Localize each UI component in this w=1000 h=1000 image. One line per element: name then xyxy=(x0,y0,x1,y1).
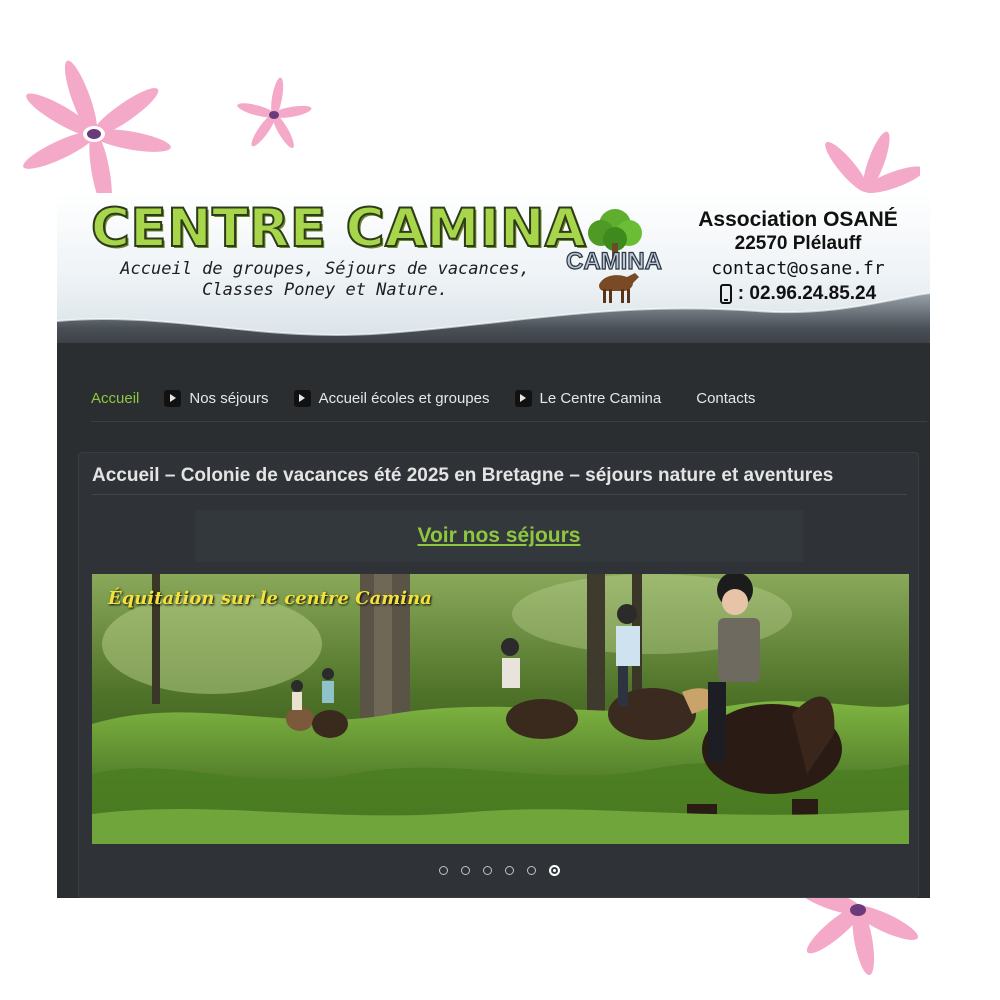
voir-sejours-link[interactable]: Voir nos séjours xyxy=(195,510,803,562)
submenu-arrow-icon xyxy=(293,389,311,407)
nav-item-label: Accueil xyxy=(91,389,140,407)
contact-email[interactable]: contact@osane.fr xyxy=(667,256,929,281)
logo-text: CAMINA xyxy=(566,248,662,275)
main-content: Accueil – Colonie de vacances été 2025 e… xyxy=(78,452,919,898)
nav-item-label: Le Centre Camina xyxy=(539,389,662,407)
site-banner: CENTRE CAMINA Accueil de groupes, Séjour… xyxy=(57,193,930,343)
camina-logo[interactable]: CAMINA xyxy=(559,203,669,308)
nav-item-label: Nos séjours xyxy=(189,389,269,407)
slider-pagination xyxy=(79,865,920,876)
nav-item-accueil[interactable]: Accueil xyxy=(91,390,139,407)
nav-item-centre-camina[interactable]: Le Centre Camina xyxy=(514,389,662,407)
flower-decoration-small xyxy=(237,77,312,149)
nav-divider xyxy=(91,421,927,422)
slide-caption: Équitation sur le centre Camina xyxy=(108,588,432,609)
nav-item-label: Contacts xyxy=(696,389,756,407)
contact-phone[interactable]: : 02.96.24.85.24 xyxy=(667,281,929,307)
main-navigation: Accueil Nos séjours Accueil écoles et gr… xyxy=(91,386,780,410)
nav-item-label: Accueil écoles et groupes xyxy=(318,389,490,407)
nav-item-accueil-ecoles[interactable]: Accueil écoles et groupes xyxy=(293,389,490,407)
slider-dot-5[interactable] xyxy=(527,866,536,875)
cta-bar: Voir nos séjours xyxy=(195,510,803,562)
organisation-name: Association OSANÉ xyxy=(698,208,898,231)
slider-image[interactable]: Équitation sur le centre Camina xyxy=(92,574,909,844)
tagline-line-1: Accueil de groupes, Séjours de vacances, xyxy=(120,259,530,279)
submenu-arrow-icon xyxy=(164,389,182,407)
slider-dot-1[interactable] xyxy=(439,866,448,875)
brand-title[interactable]: CENTRE CAMINA xyxy=(90,198,587,260)
flower-decoration-large xyxy=(23,60,171,196)
flower-decoration-right-top xyxy=(825,131,920,194)
title-divider xyxy=(92,494,907,495)
slider-dot-4[interactable] xyxy=(505,866,514,875)
nav-item-contacts[interactable]: Contacts xyxy=(696,390,755,407)
slider-dot-2[interactable] xyxy=(461,866,470,875)
slider-dot-3[interactable] xyxy=(483,866,492,875)
nav-item-nos-sejours[interactable]: Nos séjours xyxy=(164,389,269,407)
submenu-arrow-icon xyxy=(514,389,532,407)
tagline-line-2: Classes Poney et Nature. xyxy=(202,280,448,300)
postcode-city: 22570 Plélauff xyxy=(734,233,862,254)
phone-icon xyxy=(719,284,732,304)
brand-tagline: Accueil de groupes, Séjours de vacances,… xyxy=(115,259,535,301)
contact-block: Association OSANÉ 22570 Plélauff contact… xyxy=(667,207,929,307)
slider-dot-6[interactable] xyxy=(549,865,560,876)
page-title: Accueil – Colonie de vacances été 2025 e… xyxy=(92,465,834,486)
site-container: CENTRE CAMINA Accueil de groupes, Séjour… xyxy=(57,193,930,898)
horse-icon xyxy=(599,273,639,303)
phone-number: : 02.96.24.85.24 xyxy=(737,283,877,304)
forest-riding-photo xyxy=(92,574,909,844)
